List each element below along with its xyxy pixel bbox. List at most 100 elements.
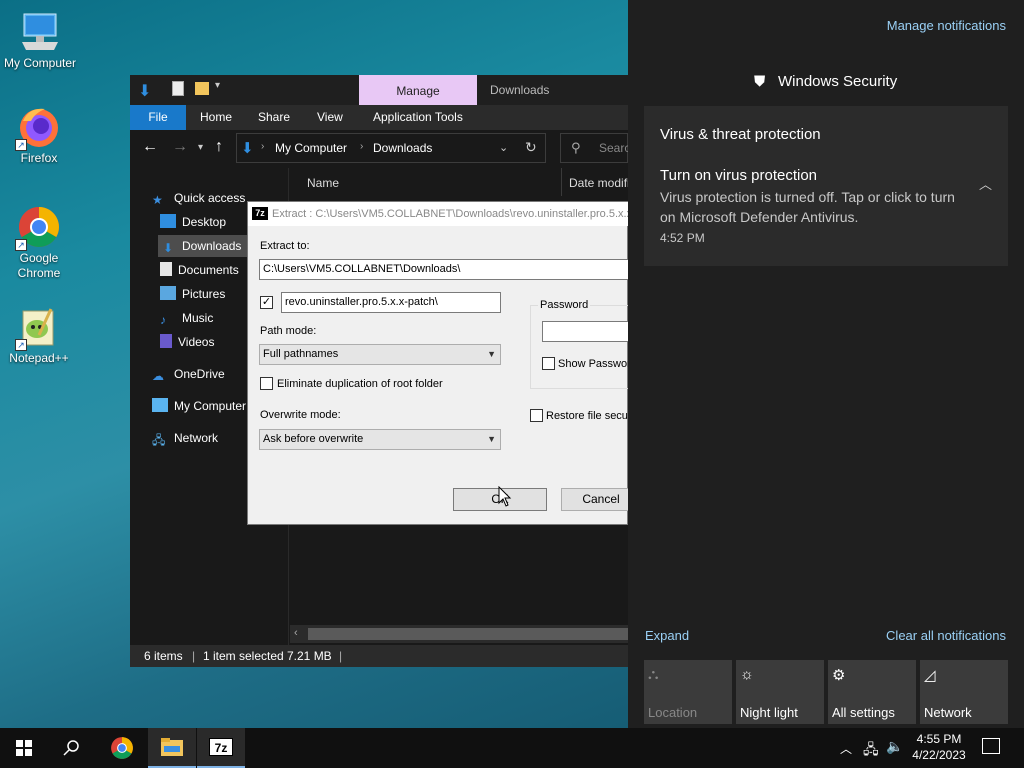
horizontal-scrollbar[interactable]: ‹ <box>290 625 628 643</box>
notification-group-title: Virus & threat protection <box>660 126 821 143</box>
restore-security-checkbox[interactable] <box>530 409 543 422</box>
column-header-date[interactable]: Date modified <box>569 176 629 190</box>
folder-icon <box>161 738 183 756</box>
breadcrumb-my-computer[interactable]: My Computer <box>275 141 347 155</box>
path-mode-select[interactable]: Full pathnames ▼ <box>259 344 501 365</box>
volume-icon[interactable]: 🔈 <box>886 738 903 755</box>
search-button[interactable] <box>48 728 96 768</box>
action-center-notification-icon[interactable] <box>982 738 1000 754</box>
nav-quick-access[interactable]: ★ Quick access <box>152 187 245 209</box>
forward-arrow-icon[interactable]: → <box>172 138 188 156</box>
nav-network[interactable]: 🖧 Network <box>152 427 218 449</box>
window-title: Downloads <box>490 83 550 97</box>
taskbar-7zip[interactable]: 7z <box>197 728 245 768</box>
quick-action-label: Location <box>648 705 698 720</box>
tab-manage[interactable]: Manage <box>359 75 477 105</box>
downloads-icon: ⬇ <box>162 241 174 255</box>
wifi-icon: ◿ <box>924 667 936 684</box>
tab-home[interactable]: Home <box>200 105 232 130</box>
scroll-thumb[interactable] <box>308 628 628 640</box>
address-dropdown-icon[interactable]: ⌄ <box>499 141 508 154</box>
status-divider: | <box>192 649 196 663</box>
taskbar-file-explorer[interactable] <box>148 728 196 768</box>
recent-locations-chevron-icon[interactable]: ▾ <box>198 142 203 153</box>
refresh-icon[interactable]: ↻ <box>525 139 537 156</box>
status-selected: 1 item selected <box>203 649 284 663</box>
nav-music[interactable]: ♪ Music <box>160 307 213 329</box>
clear-all-notifications-link[interactable]: Clear all notifications <box>886 628 1006 643</box>
password-label: Password <box>538 299 591 311</box>
desktop-icon-firefox[interactable]: ↗ Firefox <box>0 105 79 166</box>
notification-time: 4:52 PM <box>660 231 705 245</box>
tab-view[interactable]: View <box>317 105 343 130</box>
clock[interactable]: 4:55 PM 4/22/2023 <box>908 731 970 763</box>
column-header-name[interactable]: Name <box>307 176 339 190</box>
chevron-down-icon: ▼ <box>487 349 496 359</box>
mouse-cursor-icon <box>498 486 512 507</box>
overwrite-mode-select[interactable]: Ask before overwrite ▼ <box>259 429 501 450</box>
breadcrumb-separator-icon: › <box>360 141 364 152</box>
nav-pictures[interactable]: Pictures <box>160 283 225 305</box>
expand-link[interactable]: Expand <box>645 628 689 643</box>
ribbon-tabs: File Home Share View Application Tools <box>130 105 628 130</box>
show-password-checkbox[interactable] <box>542 357 555 370</box>
quick-action-all-settings[interactable]: ⚙ All settings <box>828 660 916 724</box>
star-icon: ★ <box>152 193 163 207</box>
up-arrow-icon[interactable]: ↑ <box>215 138 223 156</box>
chevron-down-icon: ▼ <box>487 434 496 444</box>
desktop-icon-chrome[interactable]: ↗ Google Chrome <box>0 205 79 281</box>
subfolder-field[interactable]: revo.uninstaller.pro.5.x.x-patch\ <box>281 292 501 313</box>
taskbar-chrome[interactable] <box>98 728 146 768</box>
desktop-icon-my-computer[interactable]: My Computer <box>0 10 80 71</box>
breadcrumb-downloads[interactable]: Downloads <box>373 141 432 155</box>
nav-videos[interactable]: Videos <box>160 331 214 353</box>
nav-my-computer[interactable]: My Computer <box>152 395 246 417</box>
notification-app-header: ⛊ Windows Security <box>754 73 897 90</box>
desktop-folder-icon <box>160 214 176 228</box>
notification-body: Virus protection is turned off. Tap or c… <box>660 189 955 225</box>
search-box[interactable]: ⚲ Search <box>560 133 637 163</box>
notification-card[interactable]: Virus & threat protection Turn on virus … <box>644 106 1008 266</box>
password-field[interactable] <box>542 321 632 342</box>
nav-label: Quick access <box>174 191 246 205</box>
address-bar[interactable]: ⬇ › My Computer › Downloads ⌄ ↻ <box>236 133 546 163</box>
nav-onedrive[interactable]: ☁ OneDrive <box>152 363 225 385</box>
collapse-chevron-icon[interactable]: ︿ <box>979 174 992 193</box>
documents-icon <box>160 262 172 276</box>
extract-to-field[interactable]: C:\Users\VM5.COLLABNET\Downloads\ <box>259 259 631 280</box>
7zip-icon: 7z <box>209 738 233 756</box>
nav-label: Music <box>182 311 214 325</box>
network-icon: 🖧 <box>152 433 166 447</box>
desktop-icon-notepadpp[interactable]: ↗ Notepad++ <box>0 305 79 366</box>
cloud-icon: ☁ <box>152 369 164 383</box>
scroll-left-icon[interactable]: ‹ <box>294 627 298 639</box>
quick-action-label: Network <box>924 705 972 720</box>
quick-access-dropdown-icon[interactable]: ▾ <box>215 80 220 91</box>
pictures-icon <box>160 286 176 300</box>
action-center: Manage notifications ⛊ Windows Security V… <box>628 0 1024 728</box>
downloads-folder-icon: ⬇ <box>241 140 254 157</box>
new-folder-icon[interactable] <box>195 82 209 95</box>
manage-notifications-link[interactable]: Manage notifications <box>887 18 1006 33</box>
start-button[interactable] <box>0 728 48 768</box>
eliminate-duplication-checkbox[interactable] <box>260 377 273 390</box>
tab-application-tools[interactable]: Application Tools <box>373 105 463 130</box>
nav-documents[interactable]: Documents <box>160 259 239 281</box>
quick-action-network[interactable]: ◿ Network <box>920 660 1008 724</box>
tab-share[interactable]: Share <box>258 105 290 130</box>
show-hidden-icons-chevron-icon[interactable]: ︿ <box>840 740 852 757</box>
quick-action-night-light[interactable]: ☼ Night light <box>736 660 824 724</box>
network-tray-icon[interactable]: 🖧 <box>863 739 879 763</box>
properties-icon[interactable] <box>172 81 184 96</box>
tab-file[interactable]: File <box>130 105 186 130</box>
nav-desktop[interactable]: Desktop <box>160 211 226 233</box>
search-icon: ⚲ <box>571 140 581 155</box>
shortcut-arrow-icon: ↗ <box>15 139 27 151</box>
quick-action-location[interactable]: ⛬ Location <box>644 660 732 724</box>
desktop-icon-label: My Computer <box>3 56 77 70</box>
back-arrow-icon[interactable]: ← <box>142 138 158 156</box>
status-item-count: 6 items <box>144 649 183 663</box>
dialog-titlebar: 7z Extract : C:\Users\VM5.COLLABNET\Down… <box>248 202 629 226</box>
subfolder-checkbox[interactable]: ✓ <box>260 296 273 309</box>
path-mode-label: Path mode: <box>260 325 317 337</box>
